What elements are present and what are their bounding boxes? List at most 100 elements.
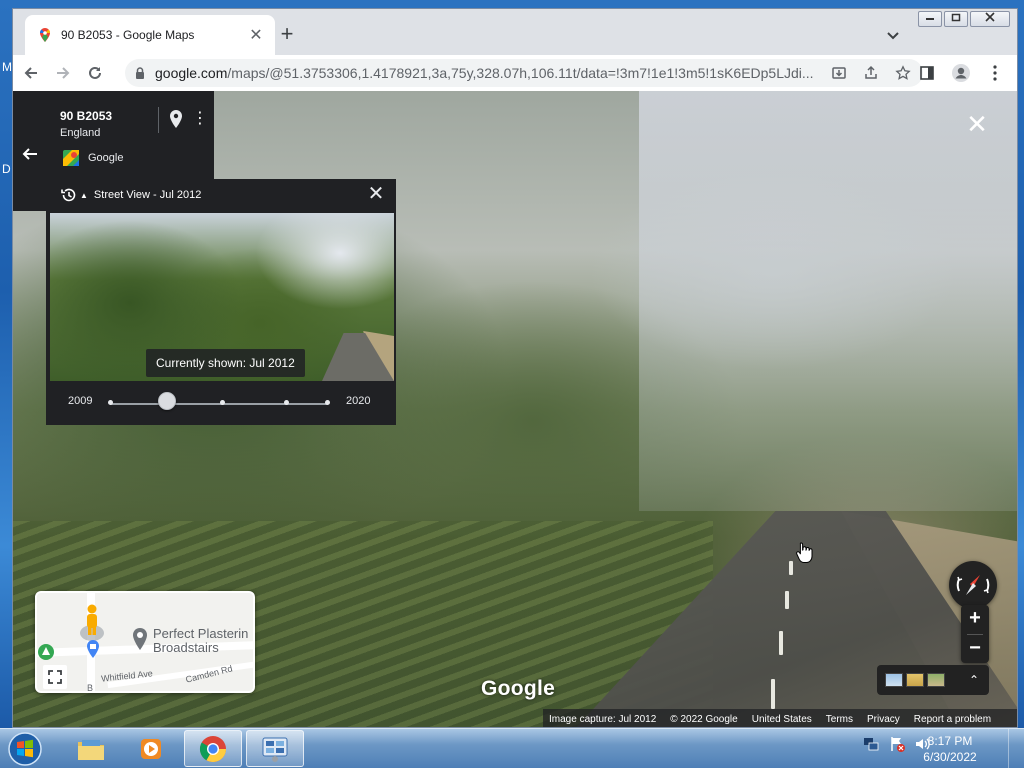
menu-button[interactable] [981, 59, 1009, 87]
place-name: Perfect Plasterin [153, 626, 249, 641]
map-pin-icon[interactable] [168, 109, 184, 129]
start-button[interactable] [6, 731, 44, 767]
arrow-left-icon[interactable] [19, 143, 41, 165]
desktop-icon-label: D [2, 162, 11, 176]
slider-tick[interactable] [325, 400, 330, 405]
taskbar-control-panel[interactable] [246, 730, 304, 767]
google-logo: Google [481, 677, 556, 700]
tab-search-chevron-icon[interactable] [883, 25, 903, 45]
compass-icon [956, 575, 990, 595]
action-center-flag-icon[interactable] [888, 735, 906, 753]
new-tab-button[interactable]: + [275, 23, 299, 47]
zoom-out-button[interactable]: − [961, 635, 989, 663]
browser-window: 90 B2053 - Google Maps ✕ + google.com/ma… [12, 8, 1018, 728]
warning-icon [38, 644, 54, 660]
address-card: 90 B2053 England ⋮ Google [46, 91, 214, 179]
shop-pin-icon[interactable] [85, 639, 101, 659]
place-pin-icon[interactable] [131, 627, 149, 651]
share-icon [865, 65, 877, 79]
address-subtitle: England [60, 127, 101, 139]
minimize-icon [926, 18, 934, 20]
arrow-left-icon [24, 67, 37, 79]
image-capture-date: Image capture: Jul 2012 [549, 713, 657, 725]
compass-button[interactable] [949, 561, 997, 609]
share-button[interactable] [859, 61, 883, 85]
expand-map-button[interactable] [43, 665, 67, 689]
google-maps-icon [63, 150, 79, 166]
divider [158, 107, 159, 133]
collapse-caret-icon[interactable]: ▲ [80, 191, 88, 200]
forward-button[interactable] [49, 59, 77, 87]
panorama-sky [639, 91, 1017, 511]
arrow-right-icon [57, 67, 70, 79]
slider-tick[interactable] [220, 400, 225, 405]
taskbar-chrome[interactable] [184, 730, 242, 767]
region-link[interactable]: United States [752, 714, 812, 725]
show-desktop-button[interactable] [1008, 729, 1024, 768]
kebab-menu-icon [993, 65, 997, 81]
browser-toolbar: google.com/maps/@51.3753306,1.4178921,3a… [13, 55, 1017, 91]
taskbar-explorer[interactable] [62, 730, 120, 767]
google-maps-icon [40, 28, 50, 42]
street-label: Camden Rd [184, 663, 234, 685]
tab-close-icon[interactable]: ✕ [247, 25, 265, 45]
toolbar-right [907, 59, 1009, 87]
chrome-icon [199, 735, 227, 762]
network-icon[interactable] [862, 735, 880, 753]
reload-icon [89, 66, 101, 79]
minimize-button[interactable] [918, 11, 942, 27]
address-title: 90 B2053 [60, 109, 113, 123]
slider-thumb[interactable] [157, 392, 176, 410]
report-problem-link[interactable]: Report a problem [914, 714, 991, 725]
browser-tab[interactable]: 90 B2053 - Google Maps ✕ [25, 15, 275, 55]
window-controls [916, 11, 1010, 27]
imagery-layers-button[interactable]: ⌃ [877, 665, 989, 695]
window-close-button[interactable] [970, 11, 1010, 27]
side-panel-button[interactable] [913, 59, 941, 87]
slider-tick[interactable] [284, 400, 289, 405]
mini-map[interactable]: Perfect Plasterin Broadstairs Whitfield … [35, 591, 255, 693]
imagery-source: Google [88, 152, 124, 164]
year-start-label: 2009 [68, 395, 93, 407]
close-street-view-button[interactable]: ✕ [963, 111, 991, 139]
clock-time: 8:17 PM [927, 734, 973, 748]
avatar-icon [952, 64, 970, 82]
install-icon [832, 67, 846, 79]
profile-button[interactable] [947, 59, 975, 87]
place-label[interactable]: Perfect Plasterin Broadstairs [153, 627, 248, 655]
street-label: B [87, 683, 94, 693]
layer-thumbnail [885, 673, 903, 687]
restore-button[interactable] [944, 11, 968, 27]
slider-tick[interactable] [108, 400, 113, 405]
lane-marking [789, 561, 793, 575]
zoom-in-button[interactable]: + [961, 605, 989, 633]
lane-marking [779, 631, 783, 655]
zoom-control: + − [961, 605, 989, 663]
media-player-icon [141, 738, 161, 759]
taskbar-media-player[interactable] [122, 730, 180, 767]
side-panel-icon [920, 66, 934, 80]
history-icon[interactable] [60, 186, 78, 204]
time-machine-panel: ▲ Street View - Jul 2012 ✕ Currently sho… [46, 179, 396, 425]
back-button[interactable] [17, 59, 45, 87]
time-machine-header: ▲ Street View - Jul 2012 [46, 179, 396, 211]
terms-link[interactable]: Terms [826, 714, 853, 725]
time-machine-close-button[interactable]: ✕ [364, 183, 388, 207]
time-machine-title: Street View - Jul 2012 [93, 189, 202, 201]
reload-button[interactable] [81, 59, 109, 87]
title-bar: 90 B2053 - Google Maps ✕ + [13, 9, 1017, 55]
hand-cursor-icon [796, 542, 813, 563]
taskbar-clock[interactable]: 8:17 PM 6/30/2022 [920, 733, 980, 765]
more-options-button[interactable]: ⋮ [192, 109, 208, 129]
back-strip [13, 91, 46, 211]
clock-date: 6/30/2022 [923, 750, 977, 764]
layer-thumbnail [906, 673, 924, 687]
desktop-icon-label: M [2, 60, 12, 74]
street-view-panorama[interactable]: ✕ 90 B2053 England ⋮ Google ▲ Street Vie… [13, 91, 1017, 727]
install-app-button[interactable] [827, 61, 851, 85]
address-bar[interactable]: google.com/maps/@51.3753306,1.4178921,3a… [125, 59, 923, 87]
time-machine-preview[interactable]: Currently shown: Jul 2012 [50, 213, 394, 381]
url-text: google.com/maps/@51.3753306,1.4178921,3a… [155, 65, 819, 81]
privacy-link[interactable]: Privacy [867, 714, 900, 725]
slider-track[interactable] [110, 403, 328, 405]
